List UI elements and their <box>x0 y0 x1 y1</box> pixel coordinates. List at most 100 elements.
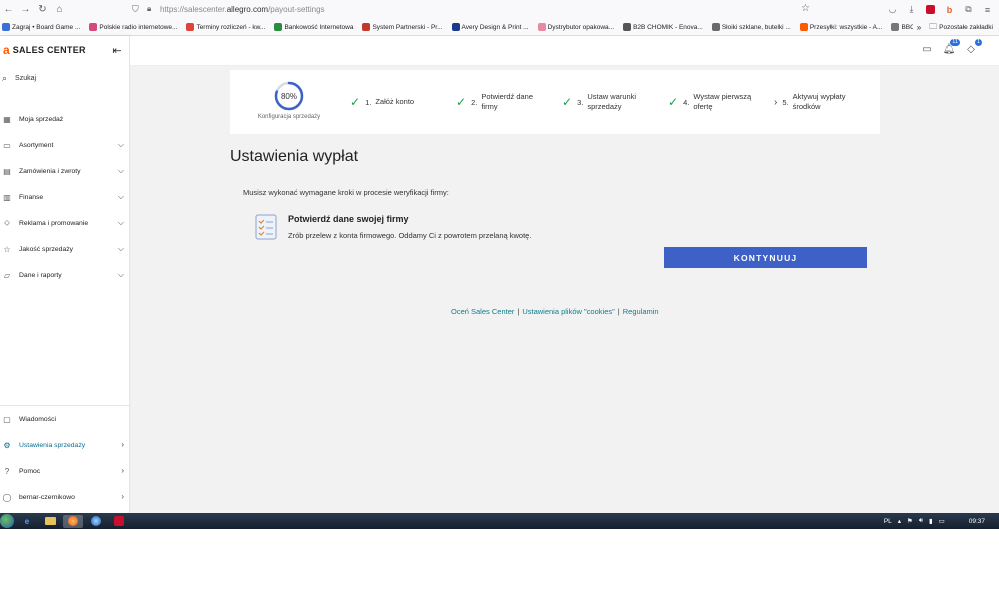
step-label: Wystaw pierwszą ofertę <box>693 92 752 111</box>
clock[interactable]: 09:37 <box>969 518 985 525</box>
chevron-down-icon[interactable]: ⌵ <box>118 244 124 254</box>
grid-icon: ▦ <box>3 114 11 124</box>
language-indicator[interactable]: PL <box>884 518 892 525</box>
progress-caption: Konfiguracja sprzedaży <box>257 114 321 120</box>
volume-icon[interactable]: 🔊︎ <box>919 517 923 525</box>
extensions-icon[interactable]: ⧉ <box>961 2 976 17</box>
chevron-right-icon: › <box>774 96 778 108</box>
bookmark-item[interactable]: Zagraj • Board Game ... <box>2 23 80 31</box>
setup-steps-card: 80% Konfiguracja sprzedaży ✓ 1. Załóż kont… <box>230 70 880 134</box>
user-icon: ◯ <box>2 492 12 502</box>
rate-sales-center-link[interactable]: Oceń Sales Center <box>451 307 514 316</box>
sidebar-menu: ▦ Moja sprzedaż ▭ Asortyment ⌵ ▤ Zamówienia i … <box>0 106 130 288</box>
chat-icon[interactable]: ▭ <box>921 43 933 55</box>
sidebar-bottom-item[interactable]: ▢ Wiadomości <box>0 406 130 432</box>
menu-icon[interactable]: ≡ <box>980 2 995 17</box>
ie-icon[interactable]: e <box>17 515 37 528</box>
bookmark-label: B2B CHOMIK - Enova... <box>633 23 703 31</box>
firefox-icon[interactable] <box>63 514 83 528</box>
app-blue-icon[interactable] <box>86 515 106 528</box>
tray-up-icon[interactable]: ▴ <box>898 517 901 525</box>
setup-step[interactable]: › 5. Aktywuj wypłaty środków <box>774 70 846 134</box>
sidebar-item[interactable]: ☆ Jakość sprzedaży ⌵ <box>0 236 130 262</box>
url-text: https://salescenter.allegro.com/payout-s… <box>160 5 325 14</box>
bookmark-item[interactable]: BBO <box>891 23 915 31</box>
forward-icon[interactable]: → <box>17 1 34 18</box>
reload-icon[interactable]: ↻ <box>34 1 51 18</box>
sidebar-item-label: Dane i raporty <box>19 271 62 279</box>
address-bar[interactable]: ⛉ 🔒︎ https://salescenter.allegro.com/pay… <box>128 1 816 18</box>
sidebar-item[interactable]: ⬦ Reklama i promowanie ⌵ <box>0 210 130 236</box>
bookmark-item[interactable]: Polskie radio internetowe... <box>89 23 177 31</box>
start-button[interactable] <box>0 514 14 528</box>
chevron-right-icon[interactable]: › <box>121 466 124 475</box>
bookmark-item[interactable]: Słoiki szklane, butelki ... <box>711 23 791 31</box>
bookmark-favicon-icon <box>891 23 900 31</box>
footer-links: Oceń Sales Center | Ustawienia plików "coo… <box>451 307 659 316</box>
chevron-down-icon[interactable]: ⌵ <box>118 140 124 150</box>
extension-b-icon[interactable]: b <box>942 2 957 17</box>
chevron-double-right-icon[interactable]: » <box>917 23 921 32</box>
sidebar-item[interactable]: ▤ Zamówienia i zwroty ⌵ <box>0 158 130 184</box>
download-icon[interactable]: ⤓ <box>904 2 919 17</box>
bookmark-item[interactable]: Bankowość Internetowa <box>274 23 353 31</box>
sidebar-item-label: Wiadomości <box>19 415 57 423</box>
bookmark-item[interactable]: Terminy rozliczeń - kw... <box>186 23 265 31</box>
task-title: Potwierdź dane swojej firmy <box>288 214 409 224</box>
bookmark-favicon-icon <box>711 23 720 31</box>
network-icon[interactable]: ▮ <box>929 517 933 525</box>
app-red-icon[interactable] <box>109 515 129 528</box>
progress-percent: 80% <box>280 91 297 101</box>
setup-step[interactable]: ✓ 4. Wystaw pierwszą ofertę <box>668 70 751 134</box>
bookmarks-overflow[interactable]: » 🗀 Pozostałe zakładki <box>912 19 993 35</box>
bookmark-item[interactable]: Dystrybutor opakowa... <box>537 23 614 31</box>
sidebar-item[interactable]: ▭ Asortyment ⌵ <box>0 132 130 158</box>
logo[interactable]: a SALES CENTER ⇤ <box>0 36 129 64</box>
chevron-down-icon[interactable]: ⌵ <box>118 166 124 176</box>
sidebar-item[interactable]: ▱ Dane i raporty ⌵ <box>0 262 130 288</box>
explorer-icon[interactable] <box>40 515 60 528</box>
footer-separator: | <box>517 307 520 316</box>
search-label: Szukaj <box>15 74 37 82</box>
diamond-icon[interactable]: ◇ 1 <box>965 39 982 55</box>
sidebar-item-label: Ustawienia sprzedaży <box>19 441 86 449</box>
back-icon[interactable]: ← <box>0 1 17 18</box>
pocket-icon[interactable]: ◡ <box>885 2 900 17</box>
search-button[interactable]: ⌕ Szukaj <box>0 70 130 86</box>
tag-icon: ⬦ <box>4 218 10 227</box>
home-icon[interactable]: ⌂ <box>51 1 68 18</box>
collapse-sidebar-icon[interactable]: ⇤ <box>109 42 125 58</box>
chevron-right-icon[interactable]: › <box>121 492 124 501</box>
display-icon[interactable]: ▭ <box>939 517 945 525</box>
bookmark-star-icon[interactable]: ☆ <box>801 3 810 14</box>
chevron-down-icon[interactable]: ⌵ <box>118 270 124 280</box>
terms-link[interactable]: Regulamin <box>623 307 659 316</box>
sidebar-bottom-item[interactable]: ◯ bernar-czernikowo › <box>0 484 130 510</box>
chevron-down-icon[interactable]: ⌵ <box>118 192 124 202</box>
setup-step[interactable]: ✓ 3. Ustaw warunki sprzedaży <box>562 70 636 134</box>
sidebar-bottom-item[interactable]: ? Pomoc › <box>0 458 130 484</box>
sidebar-bottom-item[interactable]: ⚙ Ustawienia sprzedaży › <box>0 432 130 458</box>
bookmark-label: Słoiki szklane, butelki ... <box>721 23 791 31</box>
bookmark-item[interactable]: Avery Design & Print ... <box>451 23 529 31</box>
flag-icon[interactable]: ⚑ <box>907 517 913 525</box>
bell-icon[interactable]: 🔔︎ 11 <box>943 39 960 55</box>
bookmark-favicon-icon <box>2 23 10 31</box>
sidebar-item[interactable]: ▦ Moja sprzedaż <box>0 106 130 132</box>
extension-red-icon[interactable] <box>923 2 938 17</box>
cookie-settings-link[interactable]: Ustawienia plików "cookies" <box>522 307 614 316</box>
setup-step[interactable]: ✓ 2. Potwierdź dane firmy <box>456 70 533 134</box>
sidebar-item-label: Zamówienia i zwroty <box>19 167 81 175</box>
bookmark-item[interactable]: Przesyłki: wszystkie - A... <box>799 23 882 31</box>
footer-separator: | <box>617 307 620 316</box>
step-number: 2. <box>471 97 478 107</box>
bookmark-item[interactable]: B2B CHOMIK - Enova... <box>623 23 703 31</box>
continue-button[interactable]: KONTYNUUJ <box>664 247 867 268</box>
bookmark-item[interactable]: System Partnerski - Pr... <box>362 23 443 31</box>
bookmark-favicon-icon <box>451 23 460 31</box>
chevron-down-icon[interactable]: ⌵ <box>118 218 124 228</box>
setup-step[interactable]: ✓ 1. Załóż konto <box>350 70 414 134</box>
sidebar-item[interactable]: ▥ Finanse ⌵ <box>0 184 130 210</box>
step-number: 4. <box>683 97 690 107</box>
chevron-right-icon[interactable]: › <box>121 440 124 449</box>
